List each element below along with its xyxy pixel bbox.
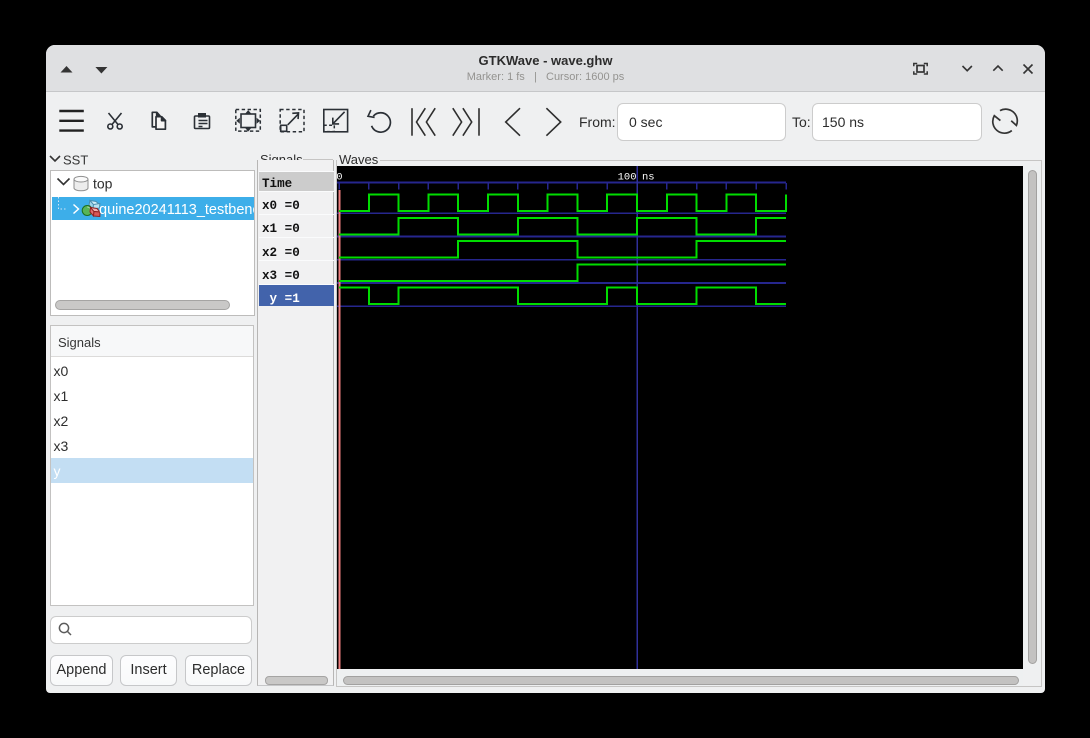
svg-text:0: 0 [337,172,343,184]
svg-text:quine20241113_testbench: quine20241113_testbench [99,202,254,218]
svg-text:ns: ns [642,172,655,184]
svg-text:top: top [93,176,113,192]
svg-text:SST: SST [63,152,88,167]
svg-text:100: 100 [618,172,637,184]
